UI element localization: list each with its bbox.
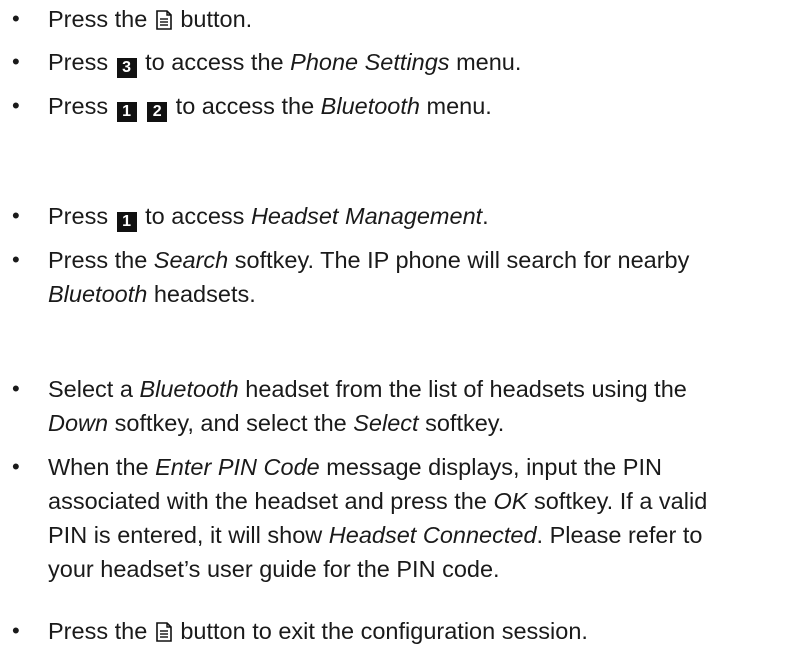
text-run: menu. xyxy=(419,93,492,119)
line: Press 1 2 to access the Bluetooth menu. xyxy=(48,89,793,123)
line: Select a Bluetooth headset from the list… xyxy=(48,372,793,406)
menu-name: Bluetooth xyxy=(320,93,420,119)
bullet: • xyxy=(12,247,20,272)
line: PIN is entered, it will show Headset Con… xyxy=(48,518,793,552)
text-run: . xyxy=(482,203,489,229)
text-run: button to exit the configuration session… xyxy=(173,618,588,644)
text-run: headset from the list of headsets using … xyxy=(238,376,687,402)
bullet: • xyxy=(12,454,20,479)
text-run xyxy=(139,93,146,119)
line: Press the button. xyxy=(48,2,793,39)
line: Press 1 to access Headset Management. xyxy=(48,199,793,233)
softkey-name: Search xyxy=(153,247,229,273)
key-1: 1 xyxy=(116,102,137,122)
text-run: associated with the headset and press th… xyxy=(48,488,494,514)
text-run: menu. xyxy=(449,49,522,75)
document-icon xyxy=(155,5,172,39)
text-run: Press the xyxy=(48,247,154,273)
bullet: • xyxy=(12,203,20,228)
line: Press the button to exit the configurati… xyxy=(48,614,793,651)
step-text: Press 1 to access Headset Management. xyxy=(48,199,793,233)
menu-name: Headset Management xyxy=(250,203,483,229)
message-name: Headset Connected xyxy=(328,522,537,548)
step-text: Press the button to exit the configurati… xyxy=(48,614,793,651)
bullet: • xyxy=(12,93,20,118)
line: associated with the headset and press th… xyxy=(48,484,793,518)
key-2: 2 xyxy=(147,102,168,122)
message-name: Enter PIN Code xyxy=(155,454,320,480)
instruction-document: • Press the button. • Press 3 to access … xyxy=(0,0,797,652)
text-run: softkey. xyxy=(418,410,505,436)
text-run: to access xyxy=(138,203,251,229)
bullet: • xyxy=(12,376,20,401)
softkey-name: OK xyxy=(493,488,528,514)
text-run: Press xyxy=(48,203,115,229)
step-text: Press 3 to access the Phone Settings men… xyxy=(48,45,793,79)
emphasis: Bluetooth xyxy=(48,281,148,307)
step-text: Select a Bluetooth headset from the list… xyxy=(48,372,793,440)
text-run: PIN is entered, it will show xyxy=(48,522,329,548)
document-icon xyxy=(155,617,172,651)
step-text: When the Enter PIN Code message displays… xyxy=(48,450,793,586)
text-run: to access the xyxy=(169,93,321,119)
text-run: Press xyxy=(48,49,115,75)
text-run: button. xyxy=(173,6,253,32)
text-run: When the xyxy=(48,454,156,480)
step-text: Press the button. xyxy=(48,2,793,39)
text-run: headsets. xyxy=(147,281,256,307)
text-run: softkey. The IP phone will search for ne… xyxy=(228,247,690,273)
text-run: your headset’s user guide for the PIN co… xyxy=(48,556,500,582)
softkey-name: Select xyxy=(353,410,419,436)
key-1: 1 xyxy=(116,212,137,232)
text-run: Select a xyxy=(48,376,140,402)
bullet: • xyxy=(12,6,20,31)
text-run: Press xyxy=(48,93,115,119)
text-run: message displays, input the PIN xyxy=(319,454,662,480)
text-run: softkey. If a valid xyxy=(527,488,708,514)
line: Press 3 to access the Phone Settings men… xyxy=(48,45,793,79)
text-run: Press the xyxy=(48,618,154,644)
step-text: Press 1 2 to access the Bluetooth menu. xyxy=(48,89,793,123)
bullet: • xyxy=(12,49,20,74)
text-run: Press the xyxy=(48,6,154,32)
step-text: Press the Search softkey. The IP phone w… xyxy=(48,243,793,311)
line: Bluetooth headsets. xyxy=(48,277,793,311)
emphasis: Bluetooth xyxy=(139,376,239,402)
line: your headset’s user guide for the PIN co… xyxy=(48,552,793,586)
menu-name: Phone Settings xyxy=(290,49,450,75)
bullet: • xyxy=(12,618,20,643)
text-run: softkey, and select the xyxy=(108,410,354,436)
line: When the Enter PIN Code message displays… xyxy=(48,450,793,484)
text-run: . Please refer to xyxy=(536,522,703,548)
key-3: 3 xyxy=(116,58,137,78)
line: Press the Search softkey. The IP phone w… xyxy=(48,243,793,277)
text-run: to access the xyxy=(138,49,291,75)
softkey-name: Down xyxy=(48,410,109,436)
line: Down softkey, and select the Select soft… xyxy=(48,406,793,440)
